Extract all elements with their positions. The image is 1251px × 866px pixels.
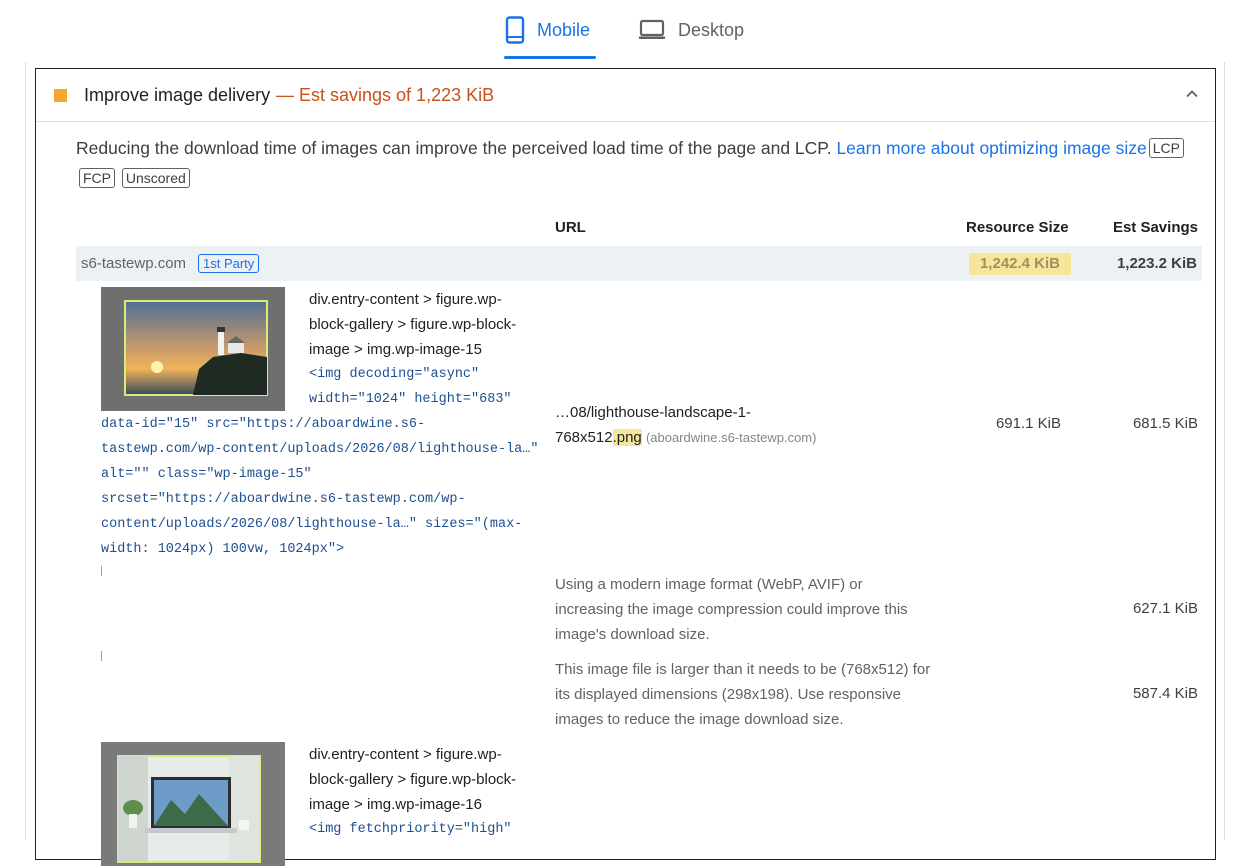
tab-desktop-label: Desktop [678,19,745,40]
column-header-est-savings: Est Savings [1112,219,1198,236]
column-header-url: URL [555,219,586,236]
subitem-savings-responsive: 587.4 KiB [1132,685,1198,702]
item-resource-size: 691.1 KiB [995,415,1061,432]
group-est-savings: 1,223.2 KiB [1116,255,1197,272]
subitem-marker [101,651,102,661]
tab-mobile-label: Mobile [537,19,591,40]
container-border-right [1224,62,1225,840]
laptop-icon [638,19,666,41]
item-est-savings: 681.5 KiB [1132,415,1198,432]
node-path-1: div.entry-content > figure.wp-block-gall… [309,291,517,358]
lighthouse-thumbnail[interactable] [101,287,285,411]
subitem-savings-modern-format: 627.1 KiB [1132,600,1198,617]
severity-warning-icon [54,89,67,102]
first-party-badge: 1st Party [198,254,260,273]
audit-savings: — Est savings of 1,223 KiB [276,85,495,105]
device-tabs: Mobile Desktop [0,0,1251,62]
snippet-line: width: 1024px) 100vw, 1024px"> [101,542,345,557]
column-header-resource-size: Resource Size [966,219,1069,236]
snippet-line: width="1024" height="683" [309,392,512,407]
url-origin: (aboardwine.s6-tastewp.com) [645,430,817,445]
audit-title: Improve image delivery [84,85,271,105]
snippet-line: data-id="15" src="https://aboardwine.s6- [101,417,426,432]
url-prefix: …08/lighthouse-landscape-1- [555,404,751,421]
entity-group-row: s6-tastewp.com 1st Party 1,242.4 KiB 1,2… [76,246,1202,281]
snippet-line: content/uploads/2026/08/lighthouse-la…" … [101,517,523,532]
subitem-marker [101,566,102,576]
audit-header[interactable]: Improve image delivery — Est savings of … [36,69,1215,122]
tag-fcp: FCP [79,168,115,188]
snippet-line: tastewp.com/wp-content/uploads/2026/08/l… [101,442,539,457]
mobile-phone-icon [505,16,525,44]
active-tab-indicator [504,56,596,59]
container-border-left [25,62,26,840]
snippet-line: <img fetchpriority="high" [309,822,512,837]
subitem-text-modern-format: Using a modern image format (WebP, AVIF)… [555,576,908,643]
description-text: Reducing the download time of images can… [76,138,832,158]
audit-panel-image-delivery: Improve image delivery — Est savings of … [35,68,1216,866]
entity-name: s6-tastewp.com [81,255,187,272]
tag-unscored: Unscored [121,168,190,188]
tab-mobile[interactable]: Mobile [505,12,590,48]
tag-lcp: LCP [1148,138,1184,158]
url-file: 768x512 [555,429,613,446]
snippet-line: alt="" class="wp-image-15" [101,467,312,482]
laptop-thumbnail[interactable] [101,742,285,866]
snippet-line: srcset="https://aboardwine.s6-tastewp.co… [101,492,466,507]
snippet-line: <img decoding="async" [309,367,480,382]
learn-more-link[interactable]: Learn more about optimizing image size [836,138,1146,158]
subitem-text-responsive: This image file is larger than it needs … [555,661,931,728]
resource-url[interactable]: …08/lighthouse-landscape-1- 768x512.png … [555,400,865,450]
tab-desktop[interactable]: Desktop [638,12,744,48]
url-extension: .png [612,429,642,446]
audit-description: Reducing the download time of images can… [76,133,1196,193]
node-path-2: div.entry-content > figure.wp-block-gall… [309,746,517,813]
group-resource-size: 1,242.4 KiB [969,253,1071,275]
group-resource-size-value: 1,242.4 KiB [979,255,1061,272]
chevron-up-icon[interactable] [1183,85,1201,103]
